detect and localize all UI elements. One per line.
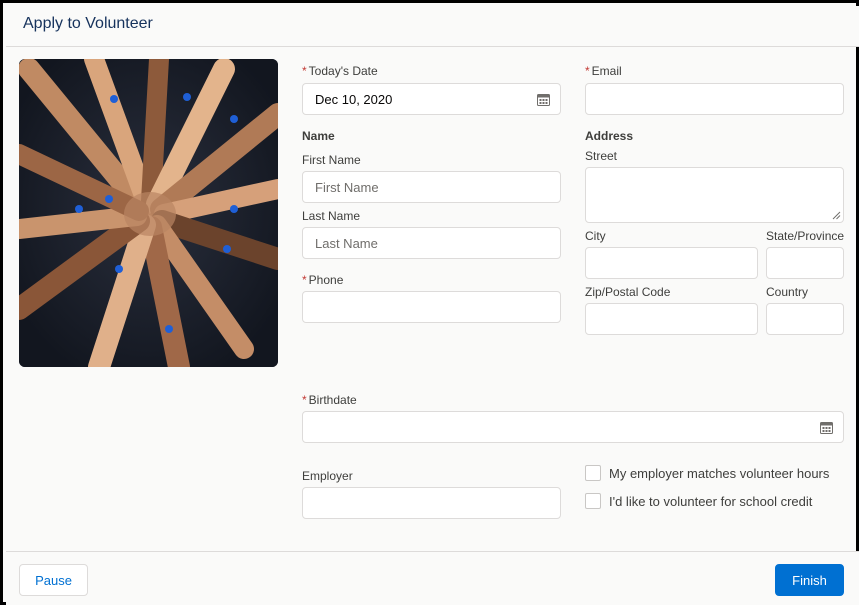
volunteer-hands-image [19,59,278,367]
street-field-wrapper [585,167,844,223]
last-name-label: Last Name [302,209,361,223]
todays-date-value: Dec 10, 2020 [315,91,393,107]
employer-field[interactable] [302,487,561,519]
pause-button[interactable]: Pause [19,564,88,596]
city-label: City [585,229,606,243]
modal-header: Apply to Volunteer [6,6,859,47]
employer-matches-checkbox-row[interactable]: My employer matches volunteer hours [585,465,829,481]
birthdate-input[interactable] [302,411,844,443]
phone-field[interactable] [302,291,561,323]
birthdate-label: * Birthdate [302,393,357,407]
street-label: Street [585,149,618,163]
country-label: Country [766,285,809,299]
zip-label: Zip/Postal Code [585,285,671,299]
first-name-label: First Name [302,153,361,167]
todays-date-input[interactable]: Dec 10, 2020 [302,83,561,115]
modal-frame: Apply to Volunteer * Today's Date Dec 10… [0,0,859,605]
todays-date-label: * Today's Date [302,64,378,78]
name-section-heading: Name [302,129,335,143]
school-credit-checkbox[interactable] [585,493,601,509]
email-field[interactable] [585,83,844,115]
country-field[interactable] [766,303,844,335]
state-province-field[interactable] [766,247,844,279]
school-credit-checkbox-row[interactable]: I'd like to volunteer for school credit [585,493,812,509]
employer-matches-label: My employer matches volunteer hours [609,465,830,481]
page-title: Apply to Volunteer [23,15,153,32]
last-name-input[interactable] [302,227,561,259]
school-credit-label: I'd like to volunteer for school credit [609,493,813,509]
employer-label: Employer [302,469,353,483]
phone-label: * Phone [302,273,344,287]
first-name-input[interactable] [302,171,561,203]
state-province-label: State/Province [766,229,845,243]
city-field[interactable] [585,247,758,279]
address-section-heading: Address [585,129,634,143]
employer-matches-checkbox[interactable] [585,465,601,481]
modal-footer: Pause Finish [6,551,859,605]
calendar-icon[interactable] [820,421,833,434]
zip-field[interactable] [585,303,758,335]
calendar-icon[interactable] [537,93,550,106]
finish-button[interactable]: Finish [775,564,844,596]
email-label: * Email [585,64,622,78]
street-textarea[interactable] [585,167,844,223]
